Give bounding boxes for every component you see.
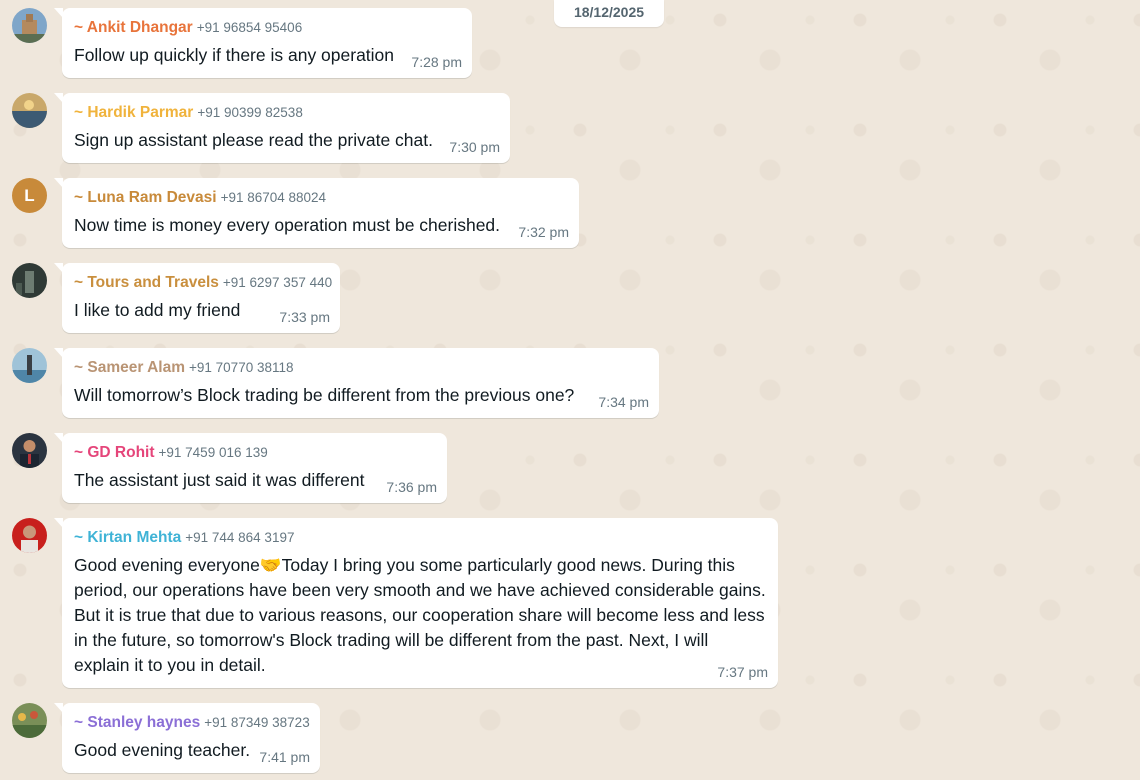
message-text: Now time is money every operation must b…	[74, 215, 501, 235]
sender-line: ~ Kirtan Mehta +91 744 864 3197	[74, 529, 294, 547]
message-bubble[interactable]: ~ Luna Ram Devasi +91 86704 88024 Now tim…	[54, 178, 579, 248]
message-time: 7:37 pm	[717, 664, 768, 680]
sender-line: ~ Hardik Parmar +91 90399 82538	[74, 104, 303, 122]
sender-phone: +91 6297 357 440	[222, 275, 333, 290]
sender-phone: +91 86704 88024	[220, 190, 327, 205]
avatar-letter: L	[24, 186, 35, 205]
message-time: 7:32 pm	[518, 224, 569, 240]
sender-line: ~ Sameer Alam +91 70770 38118	[74, 359, 294, 377]
message-text: Follow up quickly if there is any operat…	[74, 45, 395, 65]
avatar[interactable]	[12, 263, 47, 298]
message-time: 7:34 pm	[598, 394, 649, 410]
sender-name[interactable]: ~ Luna Ram Devasi	[74, 189, 217, 206]
avatar[interactable]	[12, 8, 47, 43]
avatar[interactable]	[12, 433, 47, 468]
sender-line: ~ Ankit Dhangar +91 96854 95406	[74, 19, 302, 37]
sender-phone: +91 96854 95406	[196, 20, 303, 35]
avatar[interactable]	[12, 518, 47, 553]
sender-name[interactable]: ~ Sameer Alam	[74, 359, 185, 376]
message-text: Good evening teacher.	[74, 740, 251, 760]
sender-name[interactable]: ~ Stanley haynes	[74, 714, 200, 731]
sender-name[interactable]: ~ Ankit Dhangar	[74, 19, 193, 36]
message-text: The assistant just said it was different	[74, 470, 365, 490]
sender-name[interactable]: ~ GD Rohit	[74, 444, 155, 461]
sender-name[interactable]: ~ Hardik Parmar	[74, 104, 193, 121]
message-bubble[interactable]: ~ Kirtan Mehta +91 744 864 3197 Good even…	[54, 518, 778, 688]
sender-phone: +91 7459 016 139	[158, 445, 268, 460]
sender-name[interactable]: ~ Kirtan Mehta	[74, 529, 181, 546]
sender-line: ~ Stanley haynes +91 87349 38723	[74, 714, 310, 732]
avatar[interactable]	[12, 348, 47, 383]
message-text: Sign up assistant please read the privat…	[74, 130, 433, 150]
message-text: Will tomorrow’s Block trading be differe…	[74, 385, 575, 405]
avatar[interactable]	[12, 703, 47, 738]
message-bubble[interactable]: ~ Hardik Parmar +91 90399 82538 Sign up a…	[54, 93, 510, 163]
sender-phone: +91 744 864 3197	[185, 530, 295, 545]
sender-phone: +91 70770 38118	[189, 360, 294, 375]
message-bubble[interactable]: ~ Sameer Alam +91 70770 38118 Will tomorr…	[54, 348, 659, 418]
message-time: 7:33 pm	[279, 309, 330, 325]
message-text: I like to add my friend	[74, 300, 241, 320]
sender-line: ~ Tours and Travels +91 6297 357 440	[74, 274, 332, 292]
message-time: 7:41 pm	[259, 749, 310, 765]
message-bubble[interactable]: ~ Stanley haynes +91 87349 38723 Good eve…	[54, 703, 320, 773]
message-time: 7:28 pm	[411, 54, 462, 70]
date-chip: 18/12/2025	[554, 0, 664, 27]
message-bubble[interactable]: ~ Tours and Travels +91 6297 357 440 I li…	[54, 263, 340, 333]
message-bubble[interactable]: ~ Ankit Dhangar +91 96854 95406 Follow up…	[54, 8, 472, 78]
sender-phone: +91 87349 38723	[204, 715, 310, 730]
message-bubble[interactable]: ~ GD Rohit +91 7459 016 139 The assistant…	[54, 433, 447, 503]
sender-line: ~ Luna Ram Devasi +91 86704 88024	[74, 189, 326, 207]
message-text: Good evening everyone🤝Today I bring you …	[74, 555, 766, 675]
sender-name[interactable]: ~ Tours and Travels	[74, 274, 219, 291]
sender-line: ~ GD Rohit +91 7459 016 139	[74, 444, 268, 462]
sender-phone: +91 90399 82538	[197, 105, 303, 120]
avatar[interactable]: L	[12, 178, 47, 213]
message-time: 7:30 pm	[449, 139, 500, 155]
avatar[interactable]	[12, 93, 47, 128]
chat-panel: 18/12/2025 ~ Ankit Dhangar +91 96854 9540…	[0, 0, 1140, 780]
message-time: 7:36 pm	[386, 479, 437, 495]
